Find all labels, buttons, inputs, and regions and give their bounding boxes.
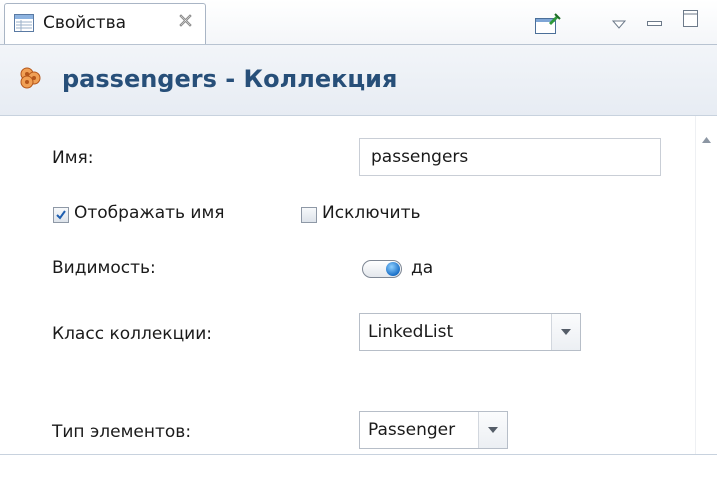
scroll-up-arrow-icon[interactable] bbox=[702, 128, 711, 147]
page-title: passengers - Коллекция bbox=[62, 65, 398, 93]
vertical-scrollbar[interactable] bbox=[695, 116, 717, 454]
collection-class-label: Класс коллекции: bbox=[52, 324, 212, 344]
name-label: Имя: bbox=[52, 148, 94, 168]
properties-header: passengers - Коллекция bbox=[0, 45, 717, 116]
close-icon[interactable] bbox=[179, 13, 192, 31]
properties-view: Свойства passengers - Коллекция Имя: pas… bbox=[0, 0, 717, 486]
view-tab-bar: Свойства bbox=[0, 0, 717, 45]
pin-editor-icon[interactable] bbox=[535, 13, 561, 39]
exclude-label: Исключить bbox=[322, 203, 421, 223]
dropdown-button[interactable] bbox=[551, 314, 580, 350]
maximize-icon[interactable] bbox=[683, 10, 698, 31]
view-menu-icon[interactable] bbox=[611, 14, 627, 33]
name-field[interactable] bbox=[359, 138, 661, 176]
show-name-checkbox[interactable] bbox=[53, 207, 69, 223]
element-type-select[interactable]: Passenger bbox=[359, 411, 508, 449]
collection-class-value: LinkedList bbox=[368, 322, 454, 342]
show-name-label: Отображать имя bbox=[74, 203, 225, 223]
divider bbox=[0, 454, 717, 455]
visibility-value: да bbox=[411, 258, 434, 278]
element-type-label: Тип элементов: bbox=[52, 422, 192, 442]
dropdown-button[interactable] bbox=[478, 412, 507, 448]
tab-properties[interactable]: Свойства bbox=[4, 3, 206, 44]
exclude-checkbox[interactable] bbox=[301, 207, 317, 223]
visibility-label: Видимость: bbox=[52, 258, 156, 278]
element-type-value: Passenger bbox=[368, 420, 456, 440]
properties-icon bbox=[14, 14, 34, 32]
collection-class-select[interactable]: LinkedList bbox=[359, 313, 581, 351]
minimize-icon[interactable] bbox=[647, 12, 662, 31]
properties-form: Имя: Отображать имя Исключить Видимость:… bbox=[0, 116, 694, 454]
visibility-toggle[interactable] bbox=[362, 260, 402, 278]
collection-icon bbox=[18, 65, 44, 91]
tab-label: Свойства bbox=[43, 13, 127, 33]
toggle-knob-icon bbox=[386, 262, 400, 276]
